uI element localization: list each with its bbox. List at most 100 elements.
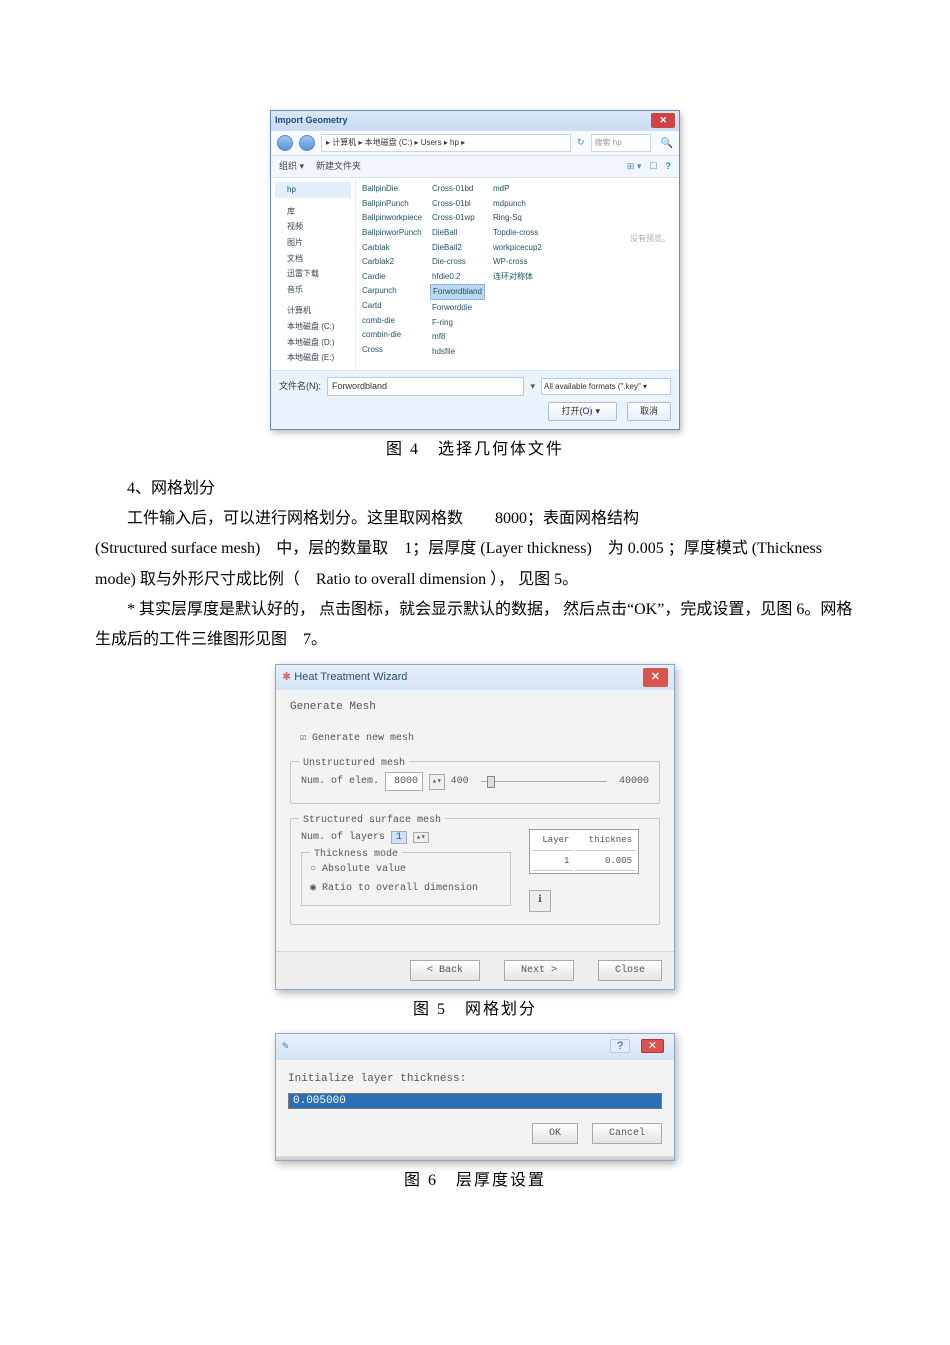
figure6-caption: 图 6 层厚度设置 bbox=[95, 1167, 855, 1194]
preview-pane-icon[interactable]: ☐ bbox=[649, 159, 657, 174]
file-item[interactable]: Cartd bbox=[360, 299, 424, 313]
cancel-button[interactable]: Cancel bbox=[592, 1123, 662, 1144]
paragraph: 工件输入后，可以进行网格划分。这里取网格数 8000；表面网格结构 bbox=[95, 504, 855, 534]
sidebar-item[interactable]: 迅雷下载 bbox=[275, 266, 351, 282]
file-item[interactable]: Cross-01wp bbox=[430, 211, 485, 225]
close-icon[interactable]: ✕ bbox=[643, 668, 668, 687]
close-icon[interactable]: ✕ bbox=[651, 113, 675, 128]
sidebar-item[interactable]: 图片 bbox=[275, 235, 351, 251]
sidebar-item[interactable]: 本地磁盘 (D:) bbox=[275, 335, 351, 351]
slider-min: 400 bbox=[451, 773, 469, 790]
file-item[interactable]: combin-die bbox=[360, 328, 424, 342]
group-legend: Structured surface mesh bbox=[299, 812, 445, 829]
table-cell: 0.005 bbox=[575, 853, 636, 871]
dialog-title: Import Geometry bbox=[275, 113, 348, 128]
refresh-icon[interactable]: ↻ bbox=[577, 135, 585, 150]
layer-table: Layerthicknes 10.005 bbox=[529, 829, 639, 874]
file-item[interactable]: Carblak2 bbox=[360, 255, 424, 269]
file-item[interactable]: comb-die bbox=[360, 314, 424, 328]
generate-mesh-checkbox[interactable]: ☑ Generate new mesh bbox=[300, 730, 660, 747]
organize-menu[interactable]: 组织 ▾ bbox=[279, 159, 304, 174]
num-elem-label: Num. of elem. bbox=[301, 773, 379, 790]
spinner-icon[interactable]: ▴▾ bbox=[413, 832, 429, 843]
file-item[interactable]: Cross bbox=[360, 343, 424, 357]
new-folder-button[interactable]: 新建文件夹 bbox=[316, 159, 361, 174]
file-item[interactable]: hdsfile bbox=[430, 345, 485, 359]
sidebar-item[interactable]: 本地磁盘 (C:) bbox=[275, 319, 351, 335]
next-button[interactable]: Next > bbox=[504, 960, 574, 981]
table-cell: 1 bbox=[532, 853, 573, 871]
wizard-heading: Generate Mesh bbox=[290, 698, 660, 717]
file-item[interactable]: Cross-01bl bbox=[430, 197, 485, 211]
search-input[interactable]: 搜索 hp bbox=[591, 134, 651, 152]
file-item[interactable]: hfdie0.2 bbox=[430, 270, 485, 284]
num-layers-input[interactable]: 1 bbox=[391, 831, 407, 844]
file-item[interactable]: F-ring bbox=[430, 316, 485, 330]
file-item[interactable]: DieBall bbox=[430, 226, 485, 240]
file-item[interactable]: Cardie bbox=[360, 270, 424, 284]
sidebar-item[interactable]: 库 bbox=[275, 204, 351, 220]
forward-icon[interactable] bbox=[299, 135, 315, 151]
file-item[interactable]: BallpinDie bbox=[360, 182, 424, 196]
close-button[interactable]: Close bbox=[598, 960, 662, 981]
sidebar-item[interactable]: 文档 bbox=[275, 251, 351, 267]
back-button[interactable]: < Back bbox=[410, 960, 480, 981]
radio-absolute[interactable]: ○ Absolute value bbox=[310, 861, 502, 878]
file-item[interactable]: BallpinPunch bbox=[360, 197, 424, 211]
search-icon[interactable]: 🔍 bbox=[661, 135, 673, 152]
file-item-selected[interactable]: Forwordbland bbox=[430, 284, 485, 300]
sidebar-item[interactable]: 计算机 bbox=[275, 303, 351, 319]
sidebar-item[interactable]: 本地磁盘 (E:) bbox=[275, 350, 351, 366]
file-item[interactable]: mdpunch bbox=[491, 197, 544, 211]
num-elem-input[interactable]: 8000 bbox=[385, 772, 423, 791]
unstructured-mesh-group: Unstructured mesh Num. of elem. 8000 ▴▾ … bbox=[290, 761, 660, 804]
file-item[interactable]: WP-cross bbox=[491, 255, 544, 269]
num-layers-label: Num. of layers bbox=[301, 832, 385, 843]
sidebar-item[interactable]: hp bbox=[275, 182, 351, 198]
file-item[interactable]: Topdie-cross bbox=[491, 226, 544, 240]
dialog-titlebar: Import Geometry ✕ bbox=[271, 111, 679, 130]
file-item[interactable]: Die-cross bbox=[430, 255, 485, 269]
breadcrumb[interactable]: ▸ 计算机 ▸ 本地磁盘 (C:) ▸ Users ▸ hp ▸ bbox=[321, 134, 571, 152]
figure5-caption: 图 5 网格划分 bbox=[95, 996, 855, 1023]
cancel-button[interactable]: 取消 bbox=[627, 402, 671, 421]
format-select[interactable]: All available formats (".key" ▾ bbox=[541, 378, 671, 396]
spinner-icon[interactable]: ▴▾ bbox=[429, 774, 445, 790]
group-legend: Unstructured mesh bbox=[299, 755, 409, 772]
file-item[interactable]: DieBall2 bbox=[430, 241, 485, 255]
file-item[interactable]: mdP bbox=[491, 182, 544, 196]
info-icon[interactable]: ℹ bbox=[529, 890, 551, 912]
filename-input[interactable]: Forwordbland bbox=[327, 377, 524, 396]
back-icon[interactable] bbox=[277, 135, 293, 151]
group-legend: Thickness mode bbox=[310, 846, 402, 863]
file-item[interactable]: workpicecup2 bbox=[491, 241, 544, 255]
figure4-caption: 图 4 选择几何体文件 bbox=[95, 436, 855, 463]
help-icon[interactable]: ? bbox=[610, 1039, 630, 1053]
elem-slider[interactable] bbox=[481, 781, 607, 782]
file-item[interactable]: Ring-Sq bbox=[491, 211, 544, 225]
initialize-thickness-dialog: ✎ ? ✕ Initialize layer thickness: OK Can… bbox=[275, 1033, 675, 1161]
ok-button[interactable]: OK bbox=[532, 1123, 578, 1144]
close-icon[interactable]: ✕ bbox=[641, 1039, 664, 1053]
file-item[interactable]: 连环对称体 bbox=[491, 270, 544, 284]
paragraph: 4、网格划分 bbox=[95, 474, 855, 504]
file-item[interactable]: BallpinworPunch bbox=[360, 226, 424, 240]
sidebar-item[interactable]: 音乐 bbox=[275, 282, 351, 298]
file-item[interactable]: mf8 bbox=[430, 330, 485, 344]
table-header: Layer bbox=[532, 832, 573, 850]
radio-ratio[interactable]: ◉ Ratio to overall dimension bbox=[310, 880, 502, 897]
paragraph: * 其实层厚度是默认好的， 点击图标，就会显示默认的数据， 然后点击“OK”，完… bbox=[95, 595, 855, 656]
help-icon[interactable]: ? bbox=[666, 159, 672, 174]
thickness-input[interactable] bbox=[288, 1093, 662, 1109]
heat-treatment-wizard: ✱ Heat Treatment Wizard ✕ Generate Mesh … bbox=[275, 664, 675, 990]
file-list: BallpinDie BallpinPunch Ballpinworkpiece… bbox=[356, 178, 679, 370]
view-mode-icon[interactable]: ⊞ ▾ bbox=[627, 159, 642, 174]
file-item[interactable]: Carpunch bbox=[360, 284, 424, 298]
file-item[interactable]: Cross-01bd bbox=[430, 182, 485, 196]
sidebar-item[interactable]: 视频 bbox=[275, 219, 351, 235]
filename-label: 文件名(N): bbox=[279, 379, 321, 394]
open-button[interactable]: 打开(O)▾ bbox=[548, 402, 617, 421]
file-item[interactable]: Carblak bbox=[360, 241, 424, 255]
file-item[interactable]: Ballpinworkpiece bbox=[360, 211, 424, 225]
file-item[interactable]: Forworddie bbox=[430, 301, 485, 315]
